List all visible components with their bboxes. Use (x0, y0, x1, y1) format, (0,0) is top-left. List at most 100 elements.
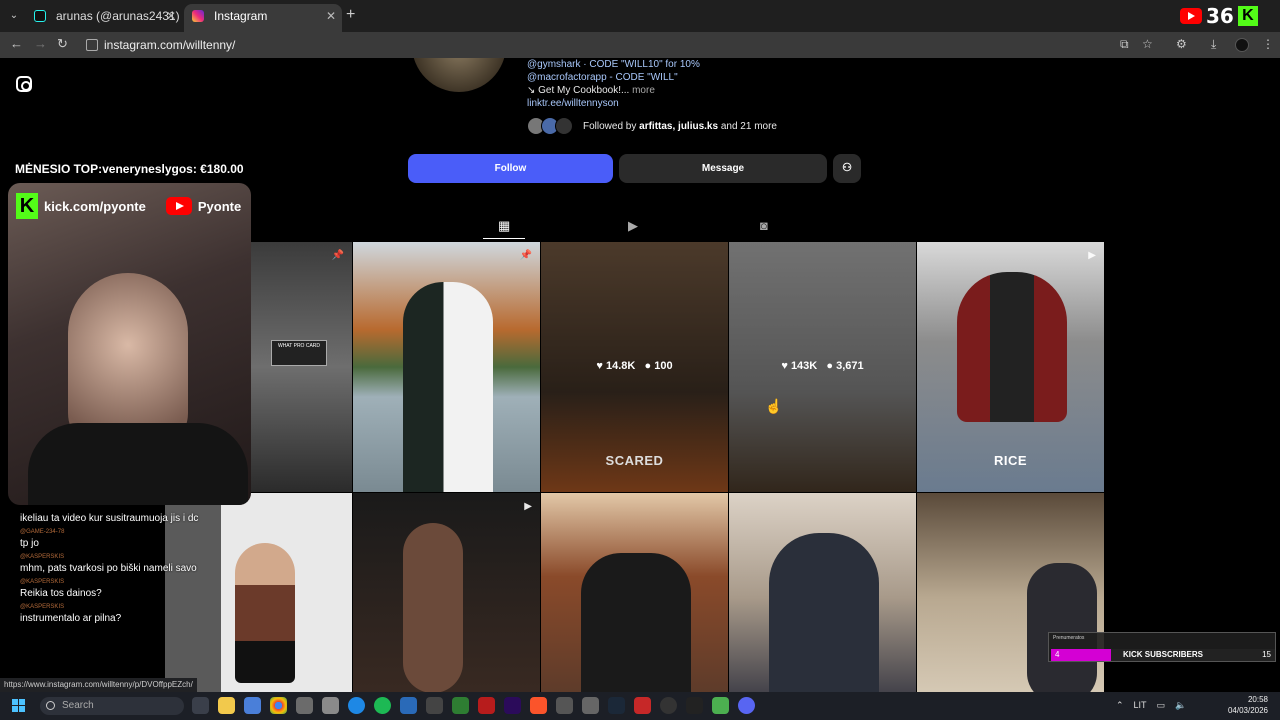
bio-line-3: ↘ Get My Cookbook!... (527, 85, 630, 96)
bio-link[interactable]: linktr.ee/willtennyson (527, 97, 700, 110)
cast-icon[interactable]: ⧉ (1120, 37, 1129, 52)
post-tile[interactable] (541, 493, 728, 692)
post-tile[interactable]: WHAT PRO CARD 📌 (251, 242, 352, 492)
pinned-icon: 📌 (331, 250, 344, 261)
chat-user: @KASPERSKIS (20, 604, 65, 610)
new-tab-button[interactable]: + (346, 6, 355, 24)
network-icon[interactable]: ▭ (1157, 700, 1166, 711)
bio-line-1[interactable]: @gymshark · CODE "WILL10" for 10% (527, 58, 700, 71)
chat-user: @GAME-234-78 (20, 529, 65, 535)
tagged-icon[interactable]: ◙ (760, 218, 768, 233)
extensions-icon[interactable]: ⚙ (1176, 37, 1187, 51)
stream-chat: ikeliau ta video kur susitraumuoja jis i… (20, 512, 230, 629)
app-icon[interactable] (712, 697, 729, 714)
post-person-figure (1027, 563, 1097, 692)
posts-grid-icon[interactable]: ▦ (498, 218, 510, 234)
bookmark-star-icon[interactable]: ☆ (1142, 37, 1153, 51)
windows-start-icon[interactable] (12, 699, 26, 713)
post-tile[interactable] (917, 493, 1104, 692)
photos-icon[interactable] (400, 697, 417, 714)
chat-message: ikeliau ta video kur susitraumuoja jis i… (20, 512, 230, 525)
chat-text: mhm, pats tvarkosi po biški nameli savo (20, 563, 197, 574)
post-tile-hover[interactable]: ♥ 143K ● 3,671 (729, 242, 916, 492)
tiktok-favicon-icon (34, 10, 46, 22)
back-icon[interactable]: ← (10, 36, 23, 51)
message-button[interactable]: Message (619, 154, 827, 183)
followed-by-row[interactable]: Followed by arfittas, julius.ks and 21 m… (527, 115, 777, 137)
forward-icon[interactable]: → (34, 36, 47, 51)
post-people-figure (581, 553, 691, 692)
post-person-figure (769, 533, 879, 692)
profile-avatar-image[interactable] (412, 58, 506, 92)
suggested-users-icon[interactable]: ⚇ (833, 154, 861, 183)
app-icon[interactable] (634, 697, 651, 714)
close-tab-icon[interactable]: ✕ (326, 4, 336, 28)
close-tab-icon[interactable]: ✕ (166, 4, 176, 28)
file-explorer-icon[interactable] (218, 697, 235, 714)
clock[interactable]: 20:58 04/03/2026 (1228, 694, 1268, 716)
app-icon[interactable] (686, 697, 703, 714)
chrome-icon[interactable] (270, 697, 287, 714)
link-status-bar: https://www.instagram.com/willtenny/p/DV… (0, 678, 197, 692)
more-link[interactable]: more (632, 85, 655, 96)
obs-icon[interactable] (660, 697, 677, 714)
reload-icon[interactable]: ↻ (57, 36, 68, 52)
tab-tiktok[interactable]: arunas (@arunas2431) | TikTok ✕ (26, 4, 182, 47)
clock-date: 04/03/2026 (1227, 706, 1268, 715)
taskbar-search[interactable]: Search (40, 697, 184, 715)
posts-grid: WHAT PRO CARD 📌 📌 ♥ 14.8K ● 100 SCARED ♥… (165, 242, 1105, 692)
post-tile[interactable]: RICE ▶ (917, 242, 1104, 492)
viewer-count: 36 (1206, 4, 1234, 28)
menu-kebab-icon[interactable]: ⋮ (1262, 37, 1274, 51)
app-icon[interactable] (296, 697, 313, 714)
youtube-logo-icon (165, 197, 192, 215)
kick-handle: kick.com/pyonte (44, 198, 146, 214)
follow-button[interactable]: Follow (408, 154, 613, 183)
app-icon[interactable] (452, 697, 469, 714)
language-indicator[interactable]: LIT (1134, 700, 1147, 711)
brave-icon[interactable] (530, 697, 547, 714)
bio-line-2[interactable]: @macrofactorapp - CODE "WILL" (527, 71, 700, 84)
reels-icon[interactable]: ▶ (628, 218, 638, 234)
tray-chevron-icon[interactable]: ⌃ (1116, 700, 1124, 711)
app-icon[interactable] (322, 697, 339, 714)
app-icon[interactable] (582, 697, 599, 714)
post-caption: RICE (993, 453, 1028, 468)
chat-message: @KASPERSKIS Reikia tos dainos? (20, 579, 230, 600)
address-text: instagram.com/willtenny/ (104, 38, 236, 52)
discord-icon[interactable] (738, 697, 755, 714)
spotify-icon[interactable] (374, 697, 391, 714)
pinned-icon: 📌 (519, 250, 532, 261)
post-tile[interactable]: ▶ (353, 493, 540, 692)
app-icon[interactable] (426, 697, 443, 714)
premiere-icon[interactable] (504, 697, 521, 714)
edge-icon[interactable] (348, 697, 365, 714)
site-info-icon[interactable] (86, 39, 98, 51)
tab-title: Instagram (214, 9, 268, 23)
app-icon[interactable] (556, 697, 573, 714)
instagram-favicon-icon (192, 10, 204, 22)
address-bar[interactable]: instagram.com/willtenny/ (80, 34, 1160, 56)
profile-avatar[interactable] (1235, 38, 1249, 52)
tab-instagram[interactable]: Instagram ✕ (184, 4, 342, 32)
reel-icon: ▶ (1088, 250, 1096, 261)
download-icon[interactable]: ⤓ (1211, 37, 1216, 52)
kick-logo-icon: K (16, 193, 38, 219)
browser-toolbar: ← → ↻ instagram.com/willtenny/ ⧉ ☆ ⚙ ⤓ ⋮ (0, 32, 1280, 58)
app-icon[interactable] (478, 697, 495, 714)
instagram-logo-icon[interactable] (16, 76, 32, 92)
steam-icon[interactable] (608, 697, 625, 714)
volume-icon[interactable]: 🔈 (1175, 700, 1186, 711)
post-couple-figure (403, 282, 493, 492)
youtube-icon (1180, 8, 1202, 24)
kick-icon: K (1237, 6, 1258, 26)
kick-subscriber-goal: Prenumeratos 4 KICK SUBSCRIBERS 15 (1048, 632, 1276, 662)
post-tile-hover[interactable]: ♥ 14.8K ● 100 SCARED (541, 242, 728, 492)
tab-list-button[interactable]: ⌄ (6, 8, 22, 24)
post-tile[interactable] (729, 493, 916, 692)
post-tile[interactable]: 📌 (353, 242, 540, 492)
post-person-figure (235, 543, 295, 683)
post-stats: ♥ 14.8K ● 100 (596, 360, 673, 372)
task-view-icon[interactable] (192, 697, 209, 714)
store-icon[interactable] (244, 697, 261, 714)
